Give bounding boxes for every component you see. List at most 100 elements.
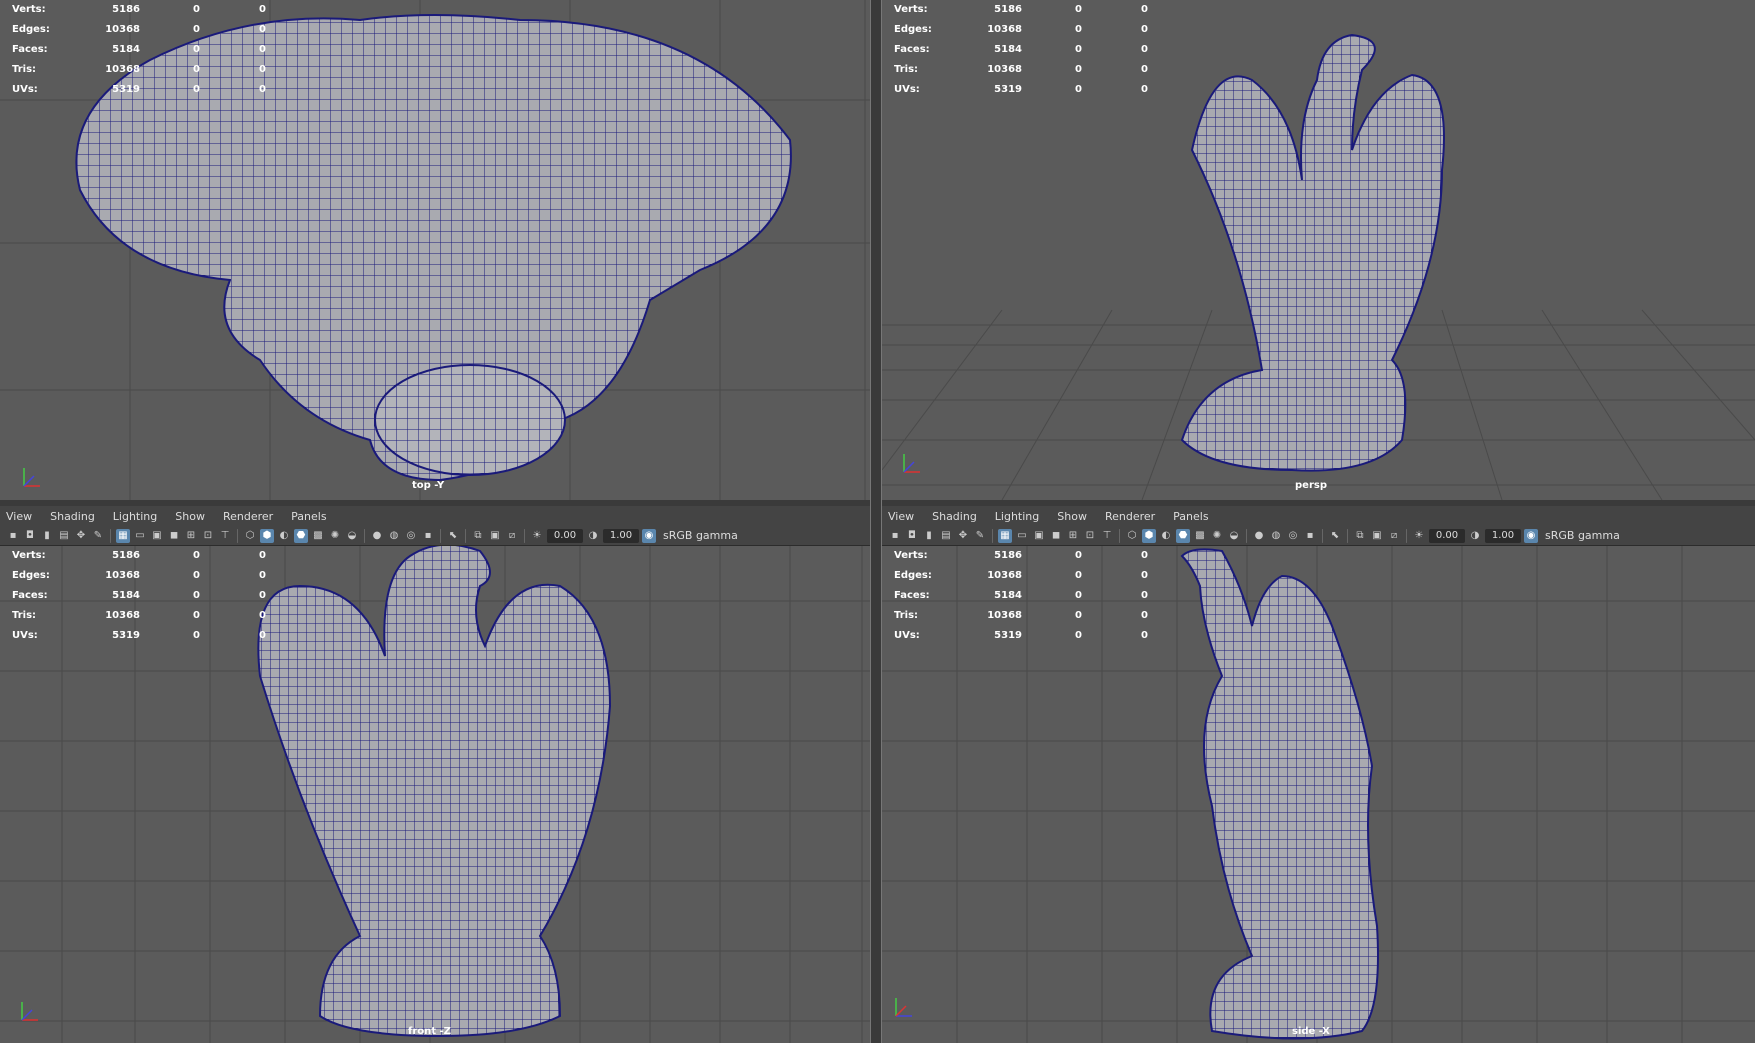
- gamma-icon[interactable]: ◑: [1468, 529, 1482, 543]
- isolate-select-icon[interactable]: ⧉: [471, 529, 485, 543]
- default-material-icon[interactable]: ◐: [277, 529, 291, 543]
- menu-show[interactable]: Show: [1057, 510, 1087, 523]
- safe-action-icon[interactable]: ⊡: [1083, 529, 1097, 543]
- use-all-lights-icon[interactable]: ✺: [328, 529, 342, 543]
- xray-joints-icon[interactable]: ⧄: [1387, 529, 1401, 543]
- heads-up-stats: Verts: 5186 0 0 Edges: 10368 0 0 Faces: 5184 0 0 …: [12, 4, 266, 95]
- resolution-gate-icon[interactable]: ▣: [150, 529, 164, 543]
- camera-icon[interactable]: ▪: [888, 529, 902, 543]
- xray-joints-icon[interactable]: ⧄: [505, 529, 519, 543]
- camera-label: front -Z: [408, 1026, 451, 1037]
- viewport-side[interactable]: View Shading Lighting Show Renderer Pane…: [882, 506, 1755, 1043]
- axis-gizmo-icon: [21, 1002, 38, 1021]
- camera-attributes-icon[interactable]: ◘: [905, 529, 919, 543]
- panel-divider-vertical[interactable]: [870, 0, 882, 1043]
- resolution-gate-icon[interactable]: ▣: [1032, 529, 1046, 543]
- xray-icon[interactable]: ▣: [1370, 529, 1384, 543]
- use-all-lights-icon[interactable]: ✺: [1210, 529, 1224, 543]
- safe-title-icon[interactable]: ⊤: [1100, 529, 1114, 543]
- wireframe-icon[interactable]: ⬡: [243, 529, 257, 543]
- image-plane-icon[interactable]: ▤: [57, 529, 71, 543]
- camera-label: persp: [1295, 480, 1327, 491]
- field-chart-icon[interactable]: ⊞: [1066, 529, 1080, 543]
- anti-aliasing-icon[interactable]: ◎: [1286, 529, 1300, 543]
- film-gate-icon[interactable]: ▭: [1015, 529, 1029, 543]
- select-icon[interactable]: ⬉: [1328, 529, 1342, 543]
- camera-label: top -Y: [412, 480, 445, 491]
- isolate-select-icon[interactable]: ⧉: [1353, 529, 1367, 543]
- color-space-label[interactable]: sRGB gamma: [663, 529, 738, 542]
- motion-blur-icon[interactable]: ◍: [387, 529, 401, 543]
- color-management-icon[interactable]: ◉: [642, 528, 656, 543]
- select-icon[interactable]: ⬉: [446, 529, 460, 543]
- motion-blur-icon[interactable]: ◍: [1269, 529, 1283, 543]
- exposure-field[interactable]: 0.00: [547, 528, 583, 543]
- xray-icon[interactable]: ▣: [488, 529, 502, 543]
- bookmark-icon[interactable]: ▮: [40, 529, 54, 543]
- smooth-shade-icon[interactable]: ⬢: [1142, 528, 1156, 543]
- menu-panels[interactable]: Panels: [291, 510, 326, 523]
- exposure-icon[interactable]: ☀: [530, 529, 544, 543]
- menu-view[interactable]: View: [888, 510, 914, 523]
- field-chart-icon[interactable]: ⊞: [184, 529, 198, 543]
- menu-renderer[interactable]: Renderer: [223, 510, 273, 523]
- axis-gizmo-icon: [23, 468, 40, 487]
- gamma-field[interactable]: 1.00: [603, 528, 639, 543]
- smooth-shade-icon[interactable]: ⬢: [260, 528, 274, 543]
- wireframe-on-shaded-icon[interactable]: ⬣: [1176, 528, 1190, 543]
- bookmark-icon[interactable]: ▮: [922, 529, 936, 543]
- menu-panels[interactable]: Panels: [1173, 510, 1208, 523]
- axis-gizmo-icon: [903, 454, 920, 473]
- exposure-field[interactable]: 0.00: [1429, 528, 1465, 543]
- heads-up-stats: Verts: 5186 0 0 Edges: 10368 0 0 Faces: 5184 0 0 …: [894, 550, 1148, 641]
- film-gate-icon[interactable]: ▭: [133, 529, 147, 543]
- panel-menubar: View Shading Lighting Show Renderer Pane…: [882, 506, 1755, 526]
- menu-shading[interactable]: Shading: [50, 510, 95, 523]
- color-space-label[interactable]: sRGB gamma: [1545, 529, 1620, 542]
- wireframe-icon[interactable]: ⬡: [1125, 529, 1139, 543]
- gamma-icon[interactable]: ◑: [586, 529, 600, 543]
- menu-view[interactable]: View: [6, 510, 32, 523]
- heads-up-stats: Verts: 5186 0 0 Edges: 10368 0 0 Faces: 5184 0 0 …: [894, 4, 1148, 95]
- shadows-icon[interactable]: ◒: [1227, 529, 1241, 543]
- grease-pencil-icon[interactable]: ✎: [91, 529, 105, 543]
- gate-mask-icon[interactable]: ◼: [1049, 529, 1063, 543]
- grid-icon[interactable]: ▦: [998, 528, 1012, 543]
- default-material-icon[interactable]: ◐: [1159, 529, 1173, 543]
- camera-icon[interactable]: ▪: [6, 529, 20, 543]
- camera-attributes-icon[interactable]: ◘: [23, 529, 37, 543]
- heads-up-stats: Verts: 5186 0 0 Edges: 10368 0 0 Faces: 5184 0 0 …: [12, 550, 266, 641]
- two-d-pan-icon[interactable]: ✥: [74, 529, 88, 543]
- safe-action-icon[interactable]: ⊡: [201, 529, 215, 543]
- two-d-pan-icon[interactable]: ✥: [956, 529, 970, 543]
- grease-pencil-icon[interactable]: ✎: [973, 529, 987, 543]
- menu-lighting[interactable]: Lighting: [113, 510, 157, 523]
- color-management-icon[interactable]: ◉: [1524, 528, 1538, 543]
- axis-gizmo-icon: [895, 998, 912, 1017]
- viewport-front[interactable]: View Shading Lighting Show Renderer Pane…: [0, 506, 870, 1043]
- textured-icon[interactable]: ▩: [1193, 529, 1207, 543]
- menu-renderer[interactable]: Renderer: [1105, 510, 1155, 523]
- textured-icon[interactable]: ▩: [311, 529, 325, 543]
- anti-aliasing-icon[interactable]: ◎: [404, 529, 418, 543]
- camera-label: side -X: [1292, 1026, 1330, 1037]
- viewport-top[interactable]: Verts: 5186 0 0 Edges: 10368 0 0 Faces: 5184 0 0 …: [0, 0, 870, 500]
- panel-toolbar: ▪ ◘ ▮ ▤ ✥ ✎ ▦ ▭ ▣ ◼ ⊞ ⊡ ⊤ ⬡ ⬢ ◐ ⬣ ▩ ✺ ◒ …: [882, 526, 1755, 546]
- menu-shading[interactable]: Shading: [932, 510, 977, 523]
- wireframe-on-shaded-icon[interactable]: ⬣: [294, 528, 308, 543]
- gate-mask-icon[interactable]: ◼: [167, 529, 181, 543]
- grid-icon[interactable]: ▦: [116, 528, 130, 543]
- menu-lighting[interactable]: Lighting: [995, 510, 1039, 523]
- shadows-icon[interactable]: ◒: [345, 529, 359, 543]
- menu-show[interactable]: Show: [175, 510, 205, 523]
- viewport-persp[interactable]: Verts: 5186 0 0 Edges: 10368 0 0 Faces: 5184 0 0 …: [882, 0, 1755, 500]
- image-plane-icon[interactable]: ▤: [939, 529, 953, 543]
- ambient-occlusion-icon[interactable]: ●: [370, 529, 384, 543]
- safe-title-icon[interactable]: ⊤: [218, 529, 232, 543]
- depth-of-field-icon[interactable]: ▪: [1303, 529, 1317, 543]
- gamma-field[interactable]: 1.00: [1485, 528, 1521, 543]
- ambient-occlusion-icon[interactable]: ●: [1252, 529, 1266, 543]
- depth-of-field-icon[interactable]: ▪: [421, 529, 435, 543]
- exposure-icon[interactable]: ☀: [1412, 529, 1426, 543]
- panel-menubar: View Shading Lighting Show Renderer Pane…: [0, 506, 870, 526]
